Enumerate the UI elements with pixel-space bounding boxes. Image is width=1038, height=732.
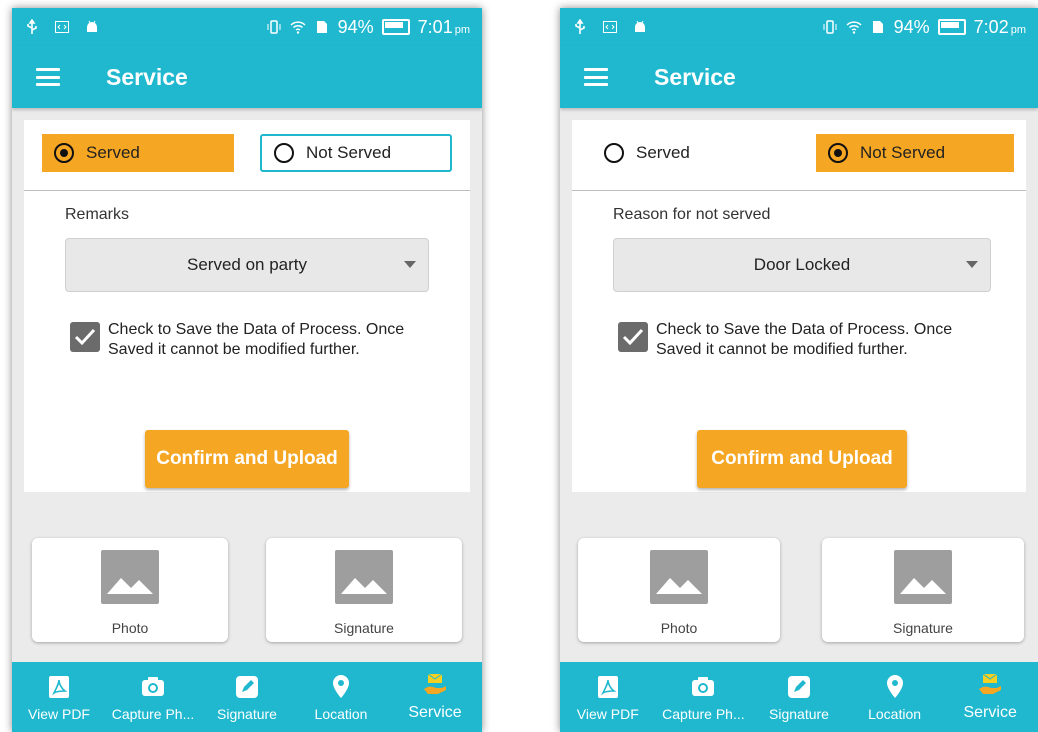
bottom-navigation: View PDF Capture Ph... Signature Locatio… [560,662,1038,732]
image-placeholder-icon [335,550,393,604]
camera-icon [142,677,164,696]
save-checkbox-label: Check to Save the Data of Process. Once … [656,321,953,358]
pdf-icon [597,676,618,698]
radio-checked-icon [828,143,848,163]
wifi-icon [290,21,306,34]
divider [572,190,1026,191]
save-confirm-checkbox-row[interactable]: Check to Save the Data of Process. Once … [70,320,408,360]
image-placeholder-icon [101,550,159,604]
bottom-navigation: View PDF Capture Ph... Signature Locatio… [12,662,482,732]
status-bar: 94% 7:02 pm [560,8,1038,46]
clock: 7:01 pm [417,16,470,37]
battery-icon [381,19,410,35]
service-status-radio-group: Served Not Served [572,134,1026,190]
code-icon [55,21,69,33]
save-confirm-checkbox-row[interactable]: Check to Save the Data of Process. Once … [618,320,956,360]
camera-icon [692,677,715,696]
image-placeholder-icon [650,550,708,604]
app-bar: Service [12,46,482,108]
android-icon [635,20,645,32]
nav-signature[interactable]: Signature [751,662,847,732]
checkmark-icon [74,328,96,346]
radio-unchecked-icon [604,143,624,163]
sim-icon [872,21,883,33]
save-checkbox[interactable] [70,322,100,352]
radio-served[interactable]: Served [42,134,234,172]
image-placeholder-icon [894,550,952,604]
hamburger-menu-icon[interactable] [36,68,60,86]
divider [24,190,470,191]
location-pin-icon [886,675,903,698]
remarks-label: Remarks [65,206,130,223]
save-checkbox-label: Check to Save the Data of Process. Once … [108,321,405,358]
nav-location[interactable]: Location [847,662,943,732]
pencil-icon [236,676,258,698]
nav-view-pdf[interactable]: View PDF [12,662,106,732]
radio-unchecked-icon [274,143,294,163]
reason-dropdown[interactable]: Door Locked [613,238,991,292]
status-bar: 94% 7:01 pm [12,8,482,46]
pencil-icon [787,676,810,698]
battery-percent: 94% [893,16,930,37]
service-status-radio-group: Served Not Served [24,134,470,190]
vibrate-icon [823,20,837,34]
nav-capture-photo[interactable]: Capture Ph... [656,662,752,732]
reason-label: Reason for not served [613,206,771,223]
sim-icon [316,21,327,33]
dropdown-arrow-icon [966,261,978,268]
save-checkbox[interactable] [618,322,648,352]
signature-tile[interactable]: Signature [266,538,462,642]
page-title: Service [106,63,188,90]
service-form-card: Served Not Served Reason for not served … [572,120,1026,492]
usb-icon [27,19,37,34]
location-pin-icon [333,675,349,698]
radio-not-served[interactable]: Not Served [816,134,1014,172]
battery-percent: 94% [337,16,374,37]
hand-envelope-icon [979,673,1002,694]
radio-not-served[interactable]: Not Served [260,134,452,172]
phone-screen-served: 94% 7:01 pm Service Served Not Served Rem… [12,8,482,732]
signature-tile[interactable]: Signature [822,538,1024,642]
wifi-icon [846,21,862,34]
hand-envelope-icon [424,673,446,694]
android-icon [87,20,97,32]
service-form-card: Served Not Served Remarks Served on part… [24,120,470,492]
page-title: Service [654,63,736,90]
radio-checked-icon [54,143,74,163]
confirm-upload-button[interactable]: Confirm and Upload [145,430,349,488]
confirm-upload-button[interactable]: Confirm and Upload [697,430,907,488]
clock: 7:02 pm [973,16,1026,37]
usb-icon [575,19,585,34]
nav-service[interactable]: Service [388,662,482,732]
checkmark-icon [622,328,644,346]
photo-tile[interactable]: Photo [32,538,228,642]
nav-view-pdf[interactable]: View PDF [560,662,656,732]
nav-location[interactable]: Location [294,662,388,732]
app-bar: Service [560,46,1038,108]
dropdown-arrow-icon [404,261,416,268]
vibrate-icon [267,20,281,34]
radio-served[interactable]: Served [592,134,784,172]
battery-icon [937,19,966,35]
remarks-dropdown[interactable]: Served on party [65,238,429,292]
code-icon [603,21,617,33]
nav-capture-photo[interactable]: Capture Ph... [106,662,200,732]
photo-tile[interactable]: Photo [578,538,780,642]
phone-screen-not-served: 94% 7:02 pm Service Served Not Served Rea… [560,8,1038,732]
pdf-icon [49,676,69,698]
nav-signature[interactable]: Signature [200,662,294,732]
hamburger-menu-icon[interactable] [584,68,608,86]
nav-service[interactable]: Service [942,662,1038,732]
